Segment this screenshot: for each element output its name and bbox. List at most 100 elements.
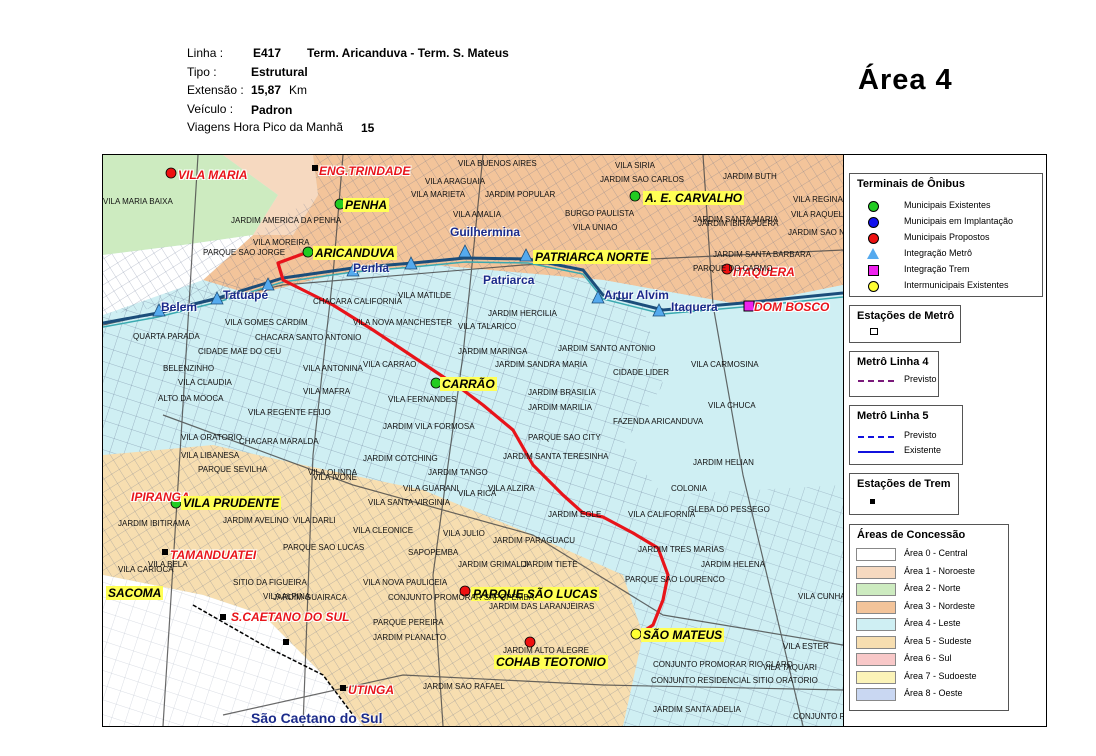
label-ae-carvalho: A. E. CARVALHO [643,191,745,205]
label-patriarca: Patriarca [483,273,535,287]
ae-carvalho-terminal-icon[interactable] [629,190,641,202]
legend-area-row: Área 1 - Noroeste [850,565,1008,579]
aricanduva-terminal-icon[interactable] [302,246,314,258]
legend-area-row: Área 4 - Leste [850,617,1008,631]
legend-metro-l4-title: Metrô Linha 4 [857,356,929,368]
area-swatch [856,600,896,614]
vila-maria-terminal-icon[interactable] [165,167,177,179]
legend-terminal-label: Municipais Propostos [904,232,990,242]
metro-l5-existing-label: Existente [904,445,942,455]
dom-bosco-train-icon[interactable] [743,300,755,312]
legend-area-row: Área 5 - Sudeste [850,635,1008,649]
label-sao-mateus: SÃO MATEUS [641,628,725,642]
neighborhood-label: BURGO PAULISTA [565,209,635,218]
neighborhood-label: JARDIM GUAIRACA [273,593,347,602]
legend-areas-title: Áreas de Concessão [857,529,966,541]
train-station-icon[interactable] [312,165,318,171]
neighborhood-label: JARDIM SANTA TERESINHA [503,452,609,461]
train-station-icon[interactable] [220,614,226,620]
label-s-caetano: S.CAETANO DO SUL [231,610,350,624]
label-penha-terminal: PENHA [343,198,390,212]
neighborhood-label: VILA JULIO [443,529,485,538]
neighborhood-label: CHACARA MARALDA [239,437,319,446]
train-station-icon[interactable] [340,685,346,691]
neighborhood-label: VILA CUNHA BUENO [798,592,844,601]
neighborhood-label: PARQUE SEVILHA [198,465,268,474]
neighborhood-label: JARDIM VILA FORMOSA [383,422,475,431]
neighborhood-label: VILA BELA [148,560,188,569]
legend-area-label: Área 5 - Sudeste [904,635,972,646]
neighborhood-label: BELENZINHO [163,364,215,373]
neighborhood-label: JARDIM HELIAN [693,458,754,467]
label-patriarca-norte: PATRIARCA NORTE [533,250,651,264]
legend-terminal-row: Integração Trem [850,263,1042,277]
neighborhood-label: CONJUNTO PROMORAR SAPOPEMBA [388,593,535,602]
neighborhood-label: VILA CLAUDIA [178,378,232,387]
area-swatch [856,548,896,561]
legend-area-label: Área 0 - Central [904,548,968,558]
train-station-icon[interactable] [162,549,168,555]
map-view[interactable]: VILA MARIA ENG.TRINDADE ITAQUERA DOM BOS… [103,155,844,726]
legend-metro-stations-title: Estações de Metrô [857,310,955,322]
label-guilhermina: Guilhermina [450,225,521,239]
neighborhood-label: QUARTA PARADA [133,332,200,341]
legend-area-row: Área 2 - Norte [850,582,1008,596]
neighborhood-label: JARDIM HERCILIA [488,309,557,318]
circle-icon [868,217,879,228]
neighborhood-label: VILA GOMES CARDIM [225,318,308,327]
neighborhood-label: PARQUE SAO LOURENCO [625,575,725,584]
legend-area-row: Área 0 - Central [850,547,1008,561]
sao-mateus-terminal-icon[interactable] [630,628,642,640]
neighborhood-label: PARQUE SAO CITY [528,433,601,442]
neighborhood-label: VILA RICA [458,489,497,498]
label-utinga: UTINGA [348,683,394,697]
neighborhood-label: VILA AMALIA [453,210,502,219]
legend-area-row: Área 6 - Sul [850,652,1008,666]
legend-area-row: Área 7 - Sudoeste [850,670,1008,684]
neighborhood-label: VILA ANTONINA [303,364,363,373]
neighborhood-label: JARDIM GRIMALDI [458,560,529,569]
neighborhood-label: VILA CLEONICE [353,526,414,535]
legend-areas: Áreas de Concessão Área 0 - Central Área … [849,524,1009,711]
area-swatch [856,583,896,596]
legend-area-row: Área 8 - Oeste [850,687,1008,701]
legend-area-label: Área 3 - Nordeste [904,600,976,611]
neighborhood-label: VILA ESTER [783,642,829,651]
legend-terminal-label: Intermunicipais Existentes [904,280,1009,290]
label-sao-caetano-city: São Caetano do Sul [251,710,383,726]
triangle-icon [867,248,879,259]
label-sacoma: SACOMA [106,586,164,600]
neighborhood-label: VILA MARIA BAIXA [103,197,173,206]
legend-area-label: Área 1 - Noroeste [904,565,976,576]
neighborhood-label: VILA CARRAO [363,360,417,369]
neighborhood-label: JARDIM MARILIA [528,403,593,412]
neighborhood-label: CIDADE MAE DO CEU [198,347,282,356]
neighborhood-label: SITIO DA FIGUEIRA [233,578,307,587]
metro-l5-planned-label: Previsto [904,430,937,440]
neighborhood-label: JARDIM SANDRA MARIA [495,360,588,369]
extensao-unit: Km [289,83,307,97]
neighborhood-label: ALTO DA MOOCA [158,394,224,403]
label-penha-metro: Penha [353,261,390,275]
extensao-value: 15,87 [251,83,282,97]
linha-code: E417 [253,46,282,60]
area-swatch [856,688,896,701]
neighborhood-label: VILA SIRIA [615,161,656,170]
label-aricanduva: ARICANDUVA [313,246,397,260]
neighborhood-label: CONJUNTO RESIDENCIAL JOSE BONIFACIO [793,712,843,721]
neighborhood-label: JARDIM TRES MARIAS [638,545,725,554]
linha-label: Linha : [187,46,224,60]
legend-terminal-row: Municipais Existentes [850,199,1042,213]
neighborhood-label: VILA DARLI [293,516,336,525]
neighborhood-label: CHACARA SANTO ANTONIO [255,333,362,342]
neighborhood-label: PARQUE PEREIRA [373,618,444,627]
area-swatch [856,653,896,666]
neighborhood-label: JARDIM SANTO ANTONIO [558,344,656,353]
line-info: Linha : E417 Term. Aricanduva - Term. S.… [187,44,587,139]
neighborhood-label: VILA GUARANI [403,484,459,493]
legend-terminals: Terminais de Ônibus Municipais Existente… [849,173,1043,297]
train-station-symbol [870,499,875,504]
train-station-icon[interactable] [283,639,289,645]
neighborhood-label: JARDIM COTCHING [363,454,438,463]
tipo-value: Estrutural [251,65,308,79]
